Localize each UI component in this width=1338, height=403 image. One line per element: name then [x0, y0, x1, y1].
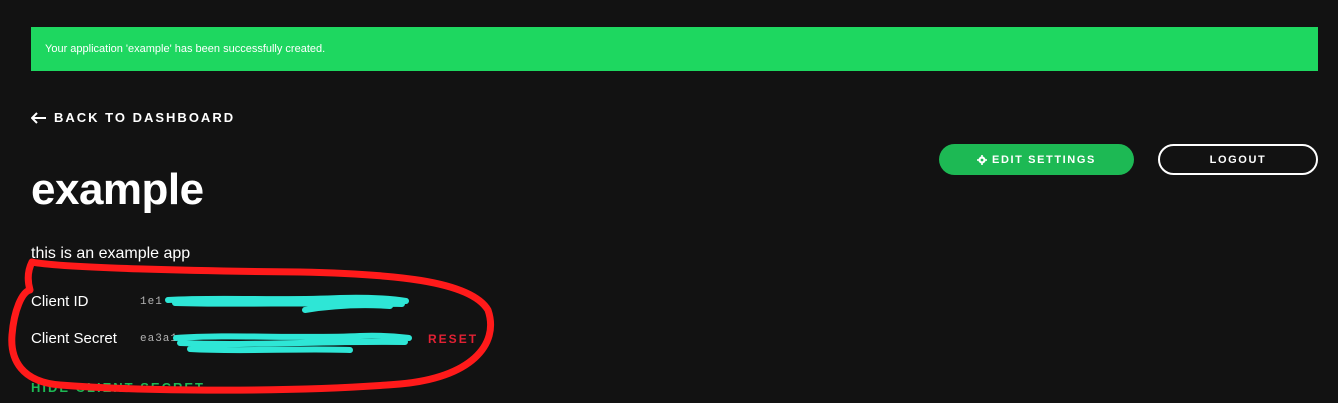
red-highlight-loop: [8, 258, 495, 394]
client-id-value: 1e1: [140, 295, 163, 308]
client-id-label: Client ID: [31, 293, 89, 310]
redaction-scribble-client-id: [165, 294, 409, 313]
reset-secret-link[interactable]: RESET: [428, 332, 478, 346]
success-message: Your application 'example' has been succ…: [45, 43, 326, 55]
logout-button[interactable]: LOGOUT: [1158, 144, 1318, 175]
back-to-dashboard-label: BACK TO DASHBOARD: [54, 110, 236, 125]
edit-settings-button[interactable]: EDIT SETTINGS: [939, 144, 1134, 175]
gear-icon: [977, 154, 988, 165]
client-secret-row: Client Secret ea3a1 RESET: [31, 330, 478, 347]
back-to-dashboard-link[interactable]: BACK TO DASHBOARD: [31, 110, 235, 125]
logout-label: LOGOUT: [1209, 153, 1267, 166]
edit-settings-label: EDIT SETTINGS: [992, 153, 1096, 166]
app-title: example: [31, 165, 204, 214]
success-banner: Your application 'example' has been succ…: [31, 27, 1318, 71]
hide-client-secret-link[interactable]: HIDE CLIENT SECRET: [31, 380, 205, 395]
client-secret-label: Client Secret: [31, 330, 117, 347]
app-description: this is an example app: [31, 245, 191, 262]
app-details-page: Your application 'example' has been succ…: [0, 0, 1338, 403]
client-id-row: Client ID 1e1: [31, 293, 163, 310]
arrow-left-icon: [31, 111, 46, 124]
client-secret-value: ea3a1: [140, 332, 179, 345]
